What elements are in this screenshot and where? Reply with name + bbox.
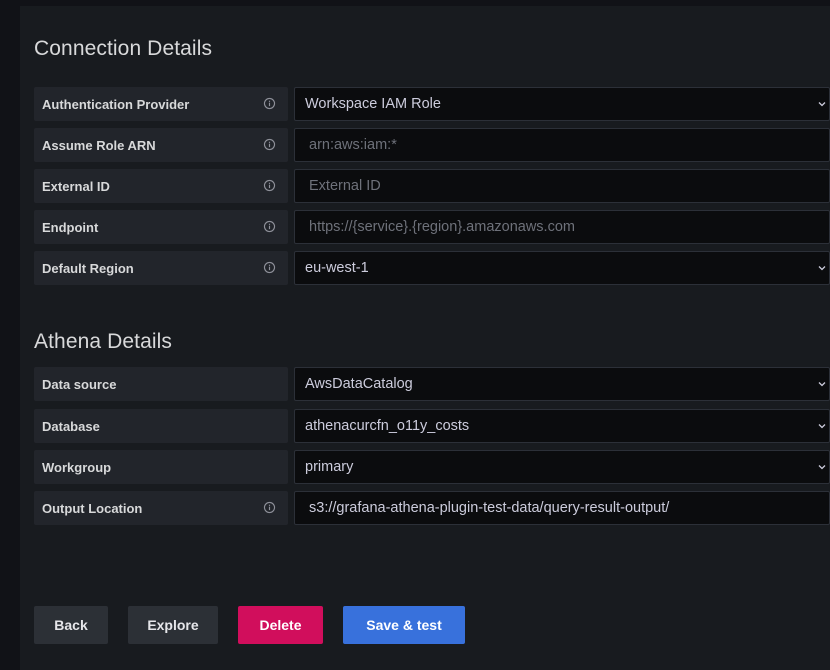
back-button[interactable]: Back [34,606,108,644]
database-label: Database [34,409,288,443]
authentication-provider-label: Authentication Provider [34,87,288,121]
endpoint-input[interactable]: https://{service}.{region}.amazonaws.com [294,210,830,244]
row-external-id: External ID External ID [34,169,830,203]
row-assume-role-arn: Assume Role ARN arn:aws:iam:* [34,128,830,162]
default-region-label: Default Region [34,251,288,285]
endpoint-label: Endpoint [34,210,288,244]
app-frame: Connection Details Authentication Provid… [0,0,830,670]
label-text: Data source [42,376,117,392]
database-select[interactable]: athenacurcfn_o11y_costs [294,409,830,443]
label-text: Output Location [42,500,143,516]
label-text: Workgroup [42,459,112,475]
input-placeholder: arn:aws:iam:* [309,137,397,153]
info-circle-icon[interactable] [263,179,276,192]
row-database: Database athenacurcfn_o11y_costs [34,409,830,443]
athena-details-heading: Athena Details [34,330,172,353]
chevron-down-icon [818,102,826,107]
workgroup-label: Workgroup [34,450,288,484]
select-value: AwsDataCatalog [305,376,413,392]
row-default-region: Default Region eu-west-1 [34,251,830,285]
save-and-test-button[interactable]: Save & test [343,606,465,644]
label-text: External ID [42,178,110,194]
external-id-input[interactable]: External ID [294,169,830,203]
data-source-select[interactable]: AwsDataCatalog [294,367,830,401]
output-location-input[interactable]: s3://grafana-athena-plugin-test-data/que… [294,491,830,525]
external-id-label: External ID [34,169,288,203]
label-text: Authentication Provider [42,96,190,112]
label-text: Endpoint [42,219,99,235]
workgroup-select[interactable]: primary [294,450,830,484]
info-circle-icon[interactable] [263,138,276,151]
chevron-down-icon [818,266,826,271]
info-circle-icon[interactable] [263,501,276,514]
chevron-down-icon [818,382,826,387]
row-output-location: Output Location s3://grafana-athena-plug… [34,491,830,525]
delete-button[interactable]: Delete [238,606,323,644]
select-value: primary [305,459,354,475]
select-value: athenacurcfn_o11y_costs [305,418,470,434]
row-authentication-provider: Authentication Provider Workspace IAM Ro… [34,87,830,121]
info-circle-icon[interactable] [263,97,276,110]
explore-button[interactable]: Explore [128,606,218,644]
row-endpoint: Endpoint https://{service}.{region}.amaz… [34,210,830,244]
select-value: eu-west-1 [305,260,369,276]
input-placeholder: https://{service}.{region}.amazonaws.com [309,219,575,235]
row-data-source: Data source AwsDataCatalog [34,367,830,401]
connection-details-heading: Connection Details [34,37,213,60]
datasource-settings-panel: Connection Details Authentication Provid… [20,6,830,670]
assume-role-arn-label: Assume Role ARN [34,128,288,162]
assume-role-arn-input[interactable]: arn:aws:iam:* [294,128,830,162]
chevron-down-icon [818,465,826,470]
label-text: Assume Role ARN [42,137,156,153]
row-workgroup: Workgroup primary [34,450,830,484]
data-source-label: Data source [34,367,288,401]
authentication-provider-select[interactable]: Workspace IAM Role [294,87,830,121]
default-region-select[interactable]: eu-west-1 [294,251,830,285]
label-text: Default Region [42,260,134,276]
input-placeholder: External ID [309,178,381,194]
info-circle-icon[interactable] [263,220,276,233]
chevron-down-icon [818,424,826,429]
input-value: s3://grafana-athena-plugin-test-data/que… [309,500,670,516]
label-text: Database [42,418,100,434]
output-location-label: Output Location [34,491,288,525]
select-value: Workspace IAM Role [305,96,441,112]
info-circle-icon[interactable] [263,261,276,274]
